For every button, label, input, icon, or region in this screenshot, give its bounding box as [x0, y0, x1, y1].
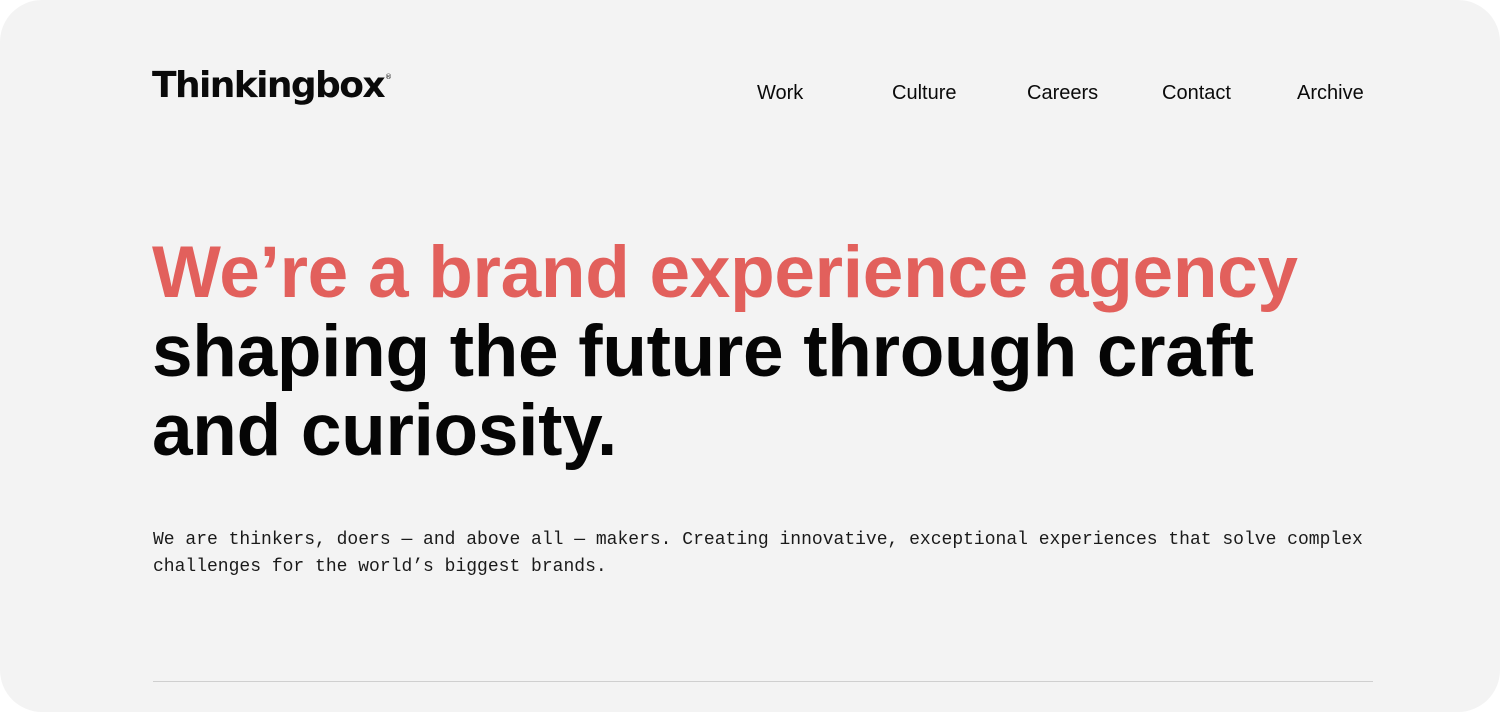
- section-divider: [153, 681, 1373, 682]
- headline-line-3: and curiosity.: [152, 390, 617, 471]
- headline-line-2: shaping the future through craft: [152, 311, 1254, 392]
- nav-item-contact[interactable]: Contact: [1162, 80, 1231, 106]
- hero-intro-text: We are thinkers, doers — and above all —…: [153, 527, 1393, 581]
- nav-item-culture[interactable]: Culture: [892, 80, 956, 106]
- headline-accent-line: We’re a brand experience agency: [152, 232, 1298, 313]
- nav-item-careers[interactable]: Careers: [1027, 80, 1098, 106]
- hero-headline: We’re a brand experience agency shaping …: [152, 233, 1392, 470]
- main-nav: Work Culture Careers Contact Archive: [0, 80, 1500, 106]
- intro-line-1: We are thinkers, doers — and above all —…: [153, 530, 1363, 550]
- intro-line-2: challenges for the world’s biggest brand…: [153, 557, 607, 577]
- nav-item-archive[interactable]: Archive: [1297, 80, 1364, 106]
- page: Thinkingbox ® Work Culture Careers Conta…: [0, 0, 1500, 712]
- nav-item-work[interactable]: Work: [757, 80, 803, 106]
